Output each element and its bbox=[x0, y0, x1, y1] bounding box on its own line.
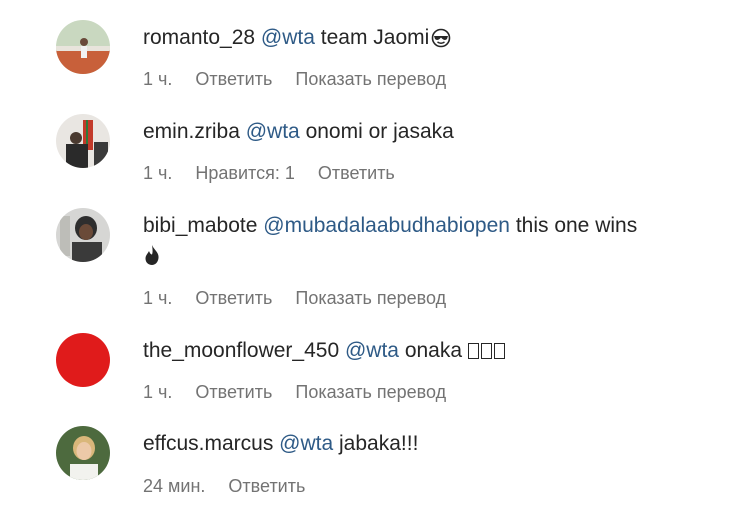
comment-text: effcus.marcus @wta jabaka!!! bbox=[143, 429, 723, 459]
avatar[interactable] bbox=[56, 333, 110, 387]
comment-mention[interactable]: @wta bbox=[345, 339, 399, 362]
comment-time: 1 ч. bbox=[143, 382, 173, 402]
avatar[interactable] bbox=[56, 114, 110, 168]
comment-username[interactable]: emin.zriba bbox=[143, 120, 240, 143]
avatar-image bbox=[56, 114, 110, 168]
comment-mention[interactable]: @wta bbox=[279, 432, 333, 455]
comment-meta: 1 ч. Ответить Показать перевод bbox=[143, 380, 464, 404]
comment-meta: 1 ч. Ответить Показать перевод bbox=[143, 286, 464, 310]
comment-body: jabaka!!! bbox=[339, 432, 419, 455]
comment-time: 1 ч. bbox=[143, 163, 173, 183]
comment-text: bibi_mabote @mubadalaabudhabiopen this o… bbox=[143, 211, 723, 241]
comment-body: onaka bbox=[404, 339, 463, 362]
reply-button[interactable]: Ответить bbox=[195, 69, 272, 89]
comment-body: this one wins bbox=[515, 214, 638, 237]
comment-text: romanto_28 @wta team Jaomi bbox=[143, 23, 723, 57]
avatar[interactable] bbox=[56, 20, 110, 74]
comment-mention[interactable]: @mubadalaabudhabiopen bbox=[263, 214, 510, 237]
fire-emoji-icon bbox=[143, 244, 163, 268]
avatar-image bbox=[56, 20, 110, 74]
comment-meta: 1 ч. Ответить Показать перевод bbox=[143, 67, 464, 91]
avatar-image bbox=[56, 333, 110, 387]
comment-mention[interactable]: @wta bbox=[246, 120, 300, 143]
comment-username[interactable]: effcus.marcus bbox=[143, 432, 273, 455]
comment-username[interactable]: romanto_28 bbox=[143, 26, 255, 49]
avatar[interactable] bbox=[56, 426, 110, 480]
unrendered-glyph-icon bbox=[467, 339, 507, 362]
reply-button[interactable]: Ответить bbox=[195, 382, 272, 402]
comment-mention[interactable]: @wta bbox=[261, 26, 315, 49]
comment-body: onomi or jasaka bbox=[305, 120, 454, 143]
comments-list: romanto_28 @wta team Jaomi 1 ч. Ответить… bbox=[0, 0, 730, 529]
reply-button[interactable]: Ответить bbox=[195, 288, 272, 308]
comment-time: 1 ч. bbox=[143, 69, 173, 89]
sunglasses-emoji-icon bbox=[431, 27, 451, 57]
comment-username[interactable]: bibi_mabote bbox=[143, 214, 257, 237]
avatar-image bbox=[56, 426, 110, 480]
comment-username[interactable]: the_moonflower_450 bbox=[143, 339, 339, 362]
show-translation-button[interactable]: Показать перевод bbox=[295, 288, 446, 308]
comment-time: 24 мин. bbox=[143, 476, 206, 496]
comment-meta: 24 мин. Ответить bbox=[143, 474, 323, 498]
reply-button[interactable]: Ответить bbox=[228, 476, 305, 496]
comment-text: the_moonflower_450 @wta onaka bbox=[143, 336, 723, 366]
comment-body: team Jaomi bbox=[320, 26, 430, 49]
show-translation-button[interactable]: Показать перевод bbox=[295, 69, 446, 89]
avatar[interactable] bbox=[56, 208, 110, 262]
show-translation-button[interactable]: Показать перевод bbox=[295, 382, 446, 402]
likes-count[interactable]: Нравится: 1 bbox=[195, 163, 294, 183]
reply-button[interactable]: Ответить bbox=[318, 163, 395, 183]
avatar-image bbox=[56, 208, 110, 262]
comment-text: emin.zriba @wta onomi or jasaka bbox=[143, 117, 723, 147]
comment-time: 1 ч. bbox=[143, 288, 173, 308]
comment-meta: 1 ч. Нравится: 1 Ответить bbox=[143, 161, 413, 185]
